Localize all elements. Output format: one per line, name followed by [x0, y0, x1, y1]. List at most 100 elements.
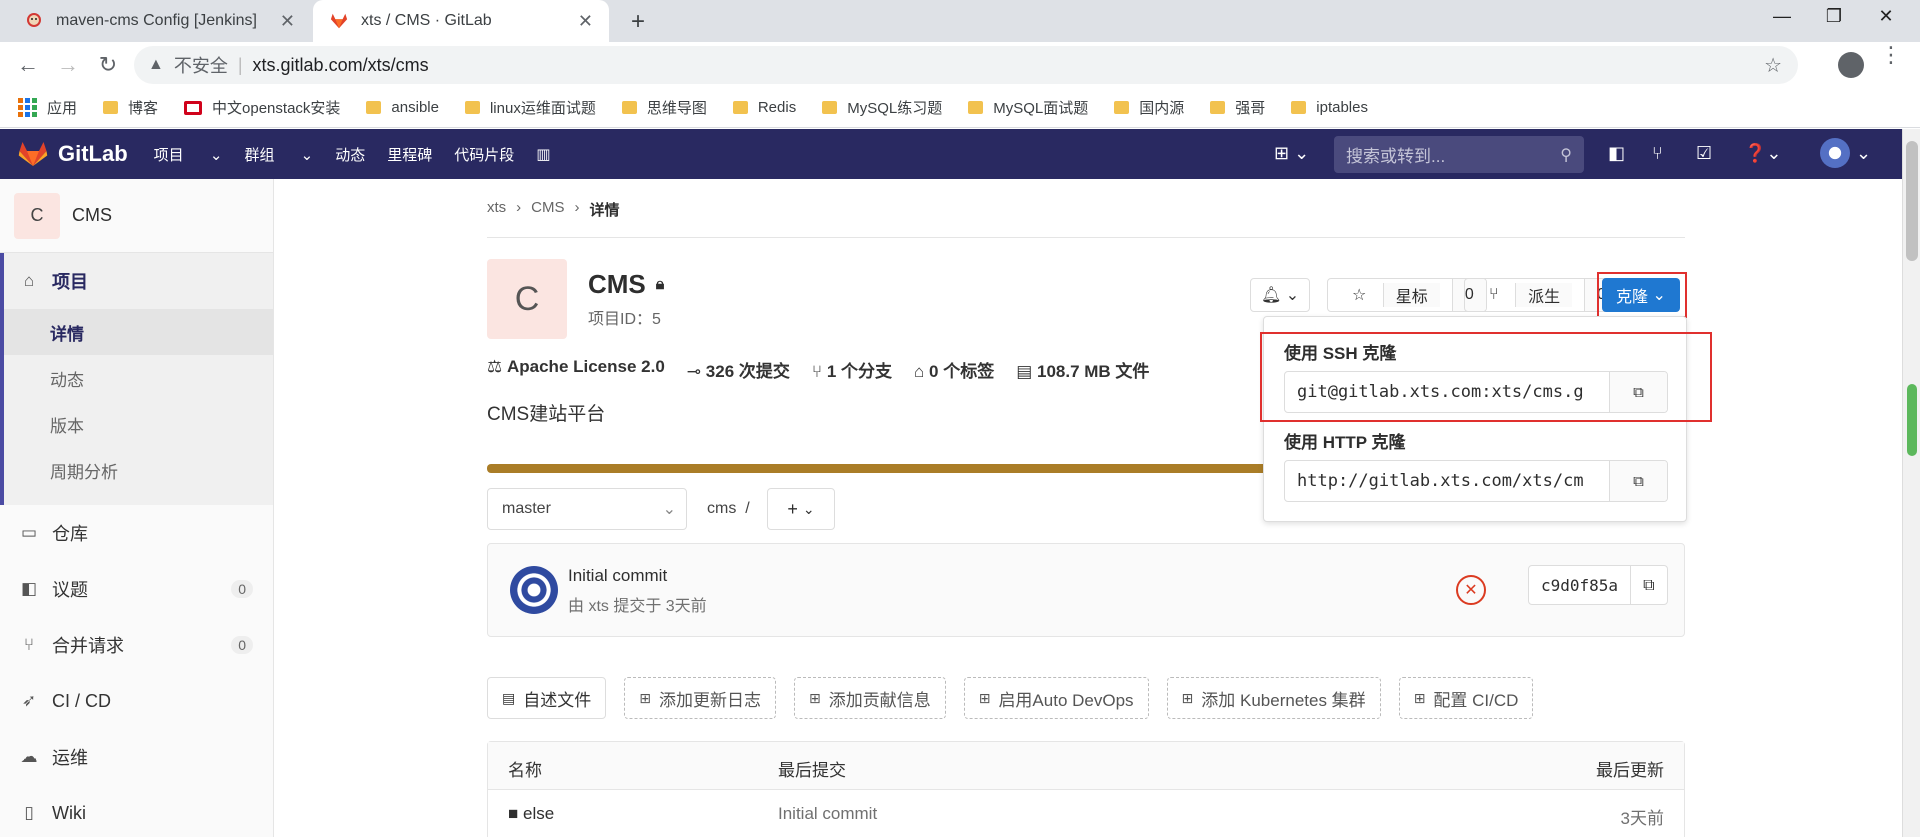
breadcrumb-current[interactable]: 详情 — [590, 199, 620, 220]
close-tab-icon[interactable]: ✕ — [280, 11, 295, 32]
bookmark-folder[interactable]: MySQL练习题 — [822, 97, 942, 118]
bookmark-folder[interactable]: 思维导图 — [621, 97, 707, 118]
sidebar-sub-details[interactable]: 详情 — [4, 309, 273, 355]
bookmark-folder[interactable]: ansible — [366, 99, 439, 116]
configure-cicd-button[interactable]: ⊞ 配置 CI/CD — [1398, 677, 1534, 719]
bookmark-link[interactable]: 中文openstack安装 — [184, 97, 340, 118]
nav-projects[interactable]: 项目 ⌄ — [154, 144, 223, 165]
commit-meta: 由 xts 提交于 3天前 — [568, 598, 707, 615]
copy-icon[interactable]: ⧉ — [1609, 461, 1667, 501]
nav-milestones[interactable]: 里程碑 — [387, 144, 432, 165]
branch-select[interactable]: master ⌄ — [487, 488, 687, 530]
new-item-icon[interactable]: ⊞ ⌄ — [1274, 143, 1309, 164]
folder-icon — [732, 101, 748, 114]
bookmark-folder[interactable]: MySQL面试题 — [968, 97, 1088, 118]
bookmark-folder[interactable]: 强哥 — [1210, 97, 1265, 118]
sidebar-item-repository[interactable]: ▭ 仓库 — [0, 505, 273, 561]
close-tab-icon[interactable]: ✕ — [578, 11, 593, 32]
sidebar-item-wiki[interactable]: ▯ Wiki — [0, 785, 273, 837]
forward-icon[interactable]: → — [54, 52, 82, 78]
issues-icon[interactable]: ◧ — [1608, 143, 1625, 164]
sidebar-sub-releases[interactable]: 版本 — [4, 401, 273, 447]
breadcrumb-group[interactable]: xts — [487, 199, 506, 220]
browser-tab-gitlab[interactable]: xts / CMS · GitLab ✕ — [313, 0, 609, 42]
plus-square-icon: ⊞ — [978, 689, 991, 706]
reload-icon[interactable]: ↻ — [94, 52, 122, 78]
back-icon[interactable]: ← — [14, 52, 42, 78]
highlight-box — [1260, 332, 1712, 422]
bookmark-folder[interactable]: Redis — [732, 99, 796, 116]
bell-icon: 🔔︎ — [1261, 287, 1282, 304]
search-input[interactable]: 搜索或转到... ⚲ — [1334, 136, 1584, 173]
folder-icon: ■ — [508, 804, 519, 823]
commit-title[interactable]: Initial commit — [568, 566, 667, 586]
bookmark-folder[interactable]: 博客 — [103, 97, 158, 118]
add-changelog-button[interactable]: ⊞ 添加更新日志 — [624, 677, 776, 719]
fork-label[interactable]: ⑂ 派生 — [1465, 279, 1584, 311]
commit-sha-text[interactable]: c9d0f85a — [1529, 566, 1630, 604]
user-avatar[interactable] — [1820, 138, 1850, 168]
help-icon[interactable]: ❓⌄ — [1744, 143, 1782, 164]
star-button[interactable]: ☆ 星标 0 — [1327, 278, 1487, 312]
issues-count: 0 — [231, 580, 253, 598]
file-name[interactable]: ■ else — [508, 804, 554, 824]
sidebar-item-merge-requests[interactable]: ⑂ 合并请求 0 — [0, 617, 273, 673]
gitlab-logo[interactable]: GitLab — [18, 140, 128, 168]
readme-button[interactable]: ▤ 自述文件 — [487, 677, 607, 719]
top-nav: 项目 ⌄ 群组 ⌄ 动态 里程碑 代码片段 ▥ — [154, 144, 573, 165]
copy-icon[interactable]: ⧉ — [1630, 566, 1666, 604]
project-stats: ⚖ Apache License 2.0 ⊸ 326 次提交 ⑂ 1 个分支 ⌂… — [487, 357, 1149, 382]
browser-tab-jenkins[interactable]: maven-cms Config [Jenkins] ✕ — [8, 0, 311, 42]
bookmark-apps[interactable]: 应用 — [18, 97, 77, 118]
sidebar-item-operations[interactable]: ☁ 运维 — [0, 729, 273, 785]
bookmark-folder[interactable]: 国内源 — [1114, 97, 1184, 118]
pipeline-failed-icon[interactable]: ✕ — [1456, 575, 1486, 605]
tags-link[interactable]: ⌂ 0 个标签 — [914, 357, 994, 382]
bookmark-folder[interactable]: linux运维面试题 — [464, 97, 596, 118]
sidebar-sub-cycle[interactable]: 周期分析 — [4, 447, 273, 493]
operations-icon: ☁ — [20, 747, 38, 766]
enable-devops-button[interactable]: ⊞ 启用Auto DevOps — [963, 677, 1149, 719]
close-window-icon[interactable]: ✕ — [1866, 6, 1906, 27]
new-tab-button[interactable]: + — [624, 8, 652, 36]
bookmark-star-icon[interactable]: ☆ — [1764, 53, 1782, 78]
omnibox[interactable]: ▲ 不安全 | xts.gitlab.com/xts/cms ☆ — [134, 46, 1798, 84]
nav-activity[interactable]: 动态 — [335, 144, 365, 165]
profile-icon[interactable] — [1838, 52, 1864, 78]
bookmark-folder[interactable]: iptables — [1291, 99, 1368, 116]
http-clone-field[interactable]: http://gitlab.xts.com/xts/cm ⧉ — [1284, 460, 1668, 502]
table-row[interactable]: ■ else Initial commit 3天前 — [488, 790, 1684, 837]
scrollbar-thumb[interactable] — [1906, 141, 1918, 261]
browser-menu-icon[interactable]: ⋮ — [1880, 44, 1902, 66]
add-file-dropdown[interactable]: + ⌄ — [767, 488, 835, 530]
http-url[interactable]: http://gitlab.xts.com/xts/cm — [1285, 461, 1609, 501]
license-link[interactable]: ⚖ Apache License 2.0 — [487, 357, 665, 382]
merge-request-icon[interactable]: ⑂ — [1652, 143, 1663, 164]
page-scrollbar[interactable] — [1902, 129, 1920, 837]
branches-link[interactable]: ⑂ 1 个分支 — [812, 357, 892, 382]
security-label: 不安全 — [173, 56, 228, 76]
sidebar-sub-activity[interactable]: 动态 — [4, 355, 273, 401]
sidebar-project-header[interactable]: C CMS — [0, 179, 273, 253]
fork-button[interactable]: ⑂ 派生 0 — [1464, 278, 1619, 312]
star-label[interactable]: ☆ 星标 — [1328, 279, 1452, 311]
sidebar-item-project[interactable]: ⌂ 项目 — [4, 253, 273, 309]
minimize-icon[interactable]: — — [1762, 6, 1802, 27]
nav-groups[interactable]: 群组 ⌄ — [244, 144, 313, 165]
todo-icon[interactable]: ☑ — [1696, 143, 1712, 164]
restore-icon[interactable]: ❐ — [1814, 6, 1854, 27]
sidebar-item-cicd[interactable]: ➶ CI / CD — [0, 673, 273, 729]
add-kubernetes-button[interactable]: ⊞ 添加 Kubernetes 集群 — [1166, 677, 1381, 719]
notification-dropdown[interactable]: 🔔︎ ⌄ — [1250, 278, 1311, 312]
chevron-down-icon[interactable]: ⌄ — [1856, 143, 1871, 164]
chart-icon[interactable]: ▥ — [536, 145, 550, 163]
file-commit[interactable]: Initial commit — [778, 804, 877, 824]
commits-link[interactable]: ⊸ 326 次提交 — [687, 357, 790, 382]
folder-icon — [1210, 101, 1226, 114]
nav-snippets[interactable]: 代码片段 — [454, 144, 514, 165]
notification-button[interactable]: 🔔︎ ⌄ — [1250, 278, 1311, 312]
commit-author-avatar[interactable] — [510, 566, 558, 614]
sidebar-item-issues[interactable]: ◧ 议题 0 — [0, 561, 273, 617]
add-contributing-button[interactable]: ⊞ 添加贡献信息 — [793, 677, 946, 719]
breadcrumb-project[interactable]: CMS — [531, 199, 564, 220]
